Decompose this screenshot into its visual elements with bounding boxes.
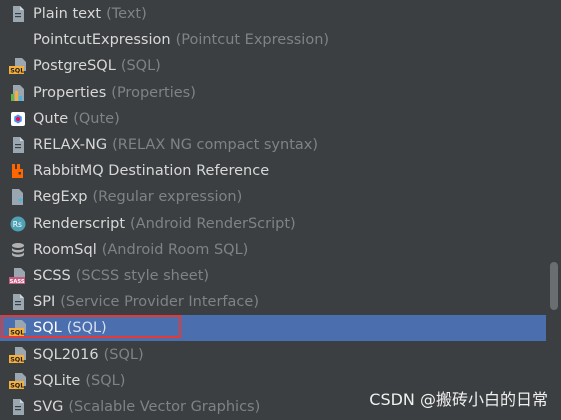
file-text-icon — [9, 293, 27, 311]
item-hint: (Scalable Vector Graphics) — [68, 398, 261, 415]
item-name: SQL — [33, 320, 62, 337]
item-hint: (SQL) — [120, 58, 161, 75]
item-hint: (RELAX NG compact syntax) — [112, 137, 319, 154]
item-name: SPI — [33, 294, 56, 311]
item-hint: (Pointcut Expression) — [175, 32, 330, 49]
sql-file-icon: SQL — [9, 346, 27, 364]
item-hint: (Android RenderScript) — [130, 215, 296, 232]
scrollbar-thumb[interactable] — [550, 262, 558, 310]
item-hint: (SQL) — [66, 320, 107, 337]
item-hint: (Text) — [106, 6, 147, 23]
item-name: PointcutExpression — [33, 32, 171, 49]
list-item[interactable]: SQL SQL (SQL) — [0, 315, 546, 342]
item-hint: (Properties) — [111, 84, 196, 101]
item-name: Qute — [33, 110, 69, 127]
item-name: RELAX-NG — [33, 137, 108, 154]
list-item[interactable]: SPI (Service Provider Interface) — [0, 289, 546, 315]
item-name: Renderscript — [33, 215, 126, 232]
database-icon — [9, 241, 27, 259]
svg-text:SQL: SQL — [10, 329, 24, 337]
sql-file-icon: SQL — [9, 57, 27, 75]
svg-text:SQL: SQL — [10, 381, 24, 389]
language-list: Plain text (Text) PointcutExpression (Point… — [0, 1, 546, 420]
item-hint: (Service Provider Interface) — [60, 294, 259, 311]
properties-file-icon — [9, 84, 27, 102]
list-item[interactable]: Rs Renderscript (Android RenderScript) — [0, 211, 546, 237]
rabbitmq-icon — [9, 162, 27, 180]
item-name: PostgreSQL — [33, 58, 116, 75]
list-item[interactable]: RoomSql (Android Room SQL) — [0, 237, 546, 263]
item-hint: (SQL) — [85, 372, 126, 389]
list-item[interactable]: Plain text (Text) — [0, 1, 546, 27]
list-item[interactable]: Qute (Qute) — [0, 106, 546, 132]
svg-text:Rs: Rs — [13, 220, 22, 229]
item-hint: (SQL) — [103, 346, 144, 363]
sql-file-icon: SQL — [9, 319, 27, 337]
file-text-icon — [9, 5, 27, 23]
file-text-icon — [9, 398, 27, 416]
sql-file-icon: SQL — [9, 372, 27, 390]
item-name: RegExp — [33, 189, 88, 206]
watermark: CSDN @搬砖小白的日常 — [369, 390, 548, 409]
list-item[interactable]: SQL SQL2016 (SQL) — [0, 341, 546, 367]
item-name: RoomSql — [33, 241, 97, 258]
item-hint: (SCSS style sheet) — [75, 267, 210, 284]
icon-placeholder — [9, 31, 27, 49]
item-name: Properties — [33, 84, 107, 101]
list-item[interactable]: PointcutExpression (Pointcut Expression) — [0, 27, 546, 53]
list-item[interactable]: * RegExp (Regular expression) — [0, 184, 546, 210]
item-hint: (Qute) — [73, 110, 120, 127]
list-item[interactable]: SQL PostgreSQL (SQL) — [0, 53, 546, 79]
item-hint: (Regular expression) — [92, 189, 243, 206]
list-item[interactable]: RELAX-NG (RELAX NG compact syntax) — [0, 132, 546, 158]
svg-text:*: * — [18, 197, 24, 206]
item-name: RabbitMQ Destination Reference — [33, 163, 270, 180]
item-name: SQL2016 — [33, 346, 99, 363]
sass-file-icon: SASS — [9, 267, 27, 285]
renderscript-icon: Rs — [9, 215, 27, 233]
item-name: SQLite — [33, 372, 81, 389]
item-hint: (Android Room SQL) — [101, 241, 249, 258]
item-name: SVG — [33, 398, 64, 415]
svg-text:SASS: SASS — [10, 279, 25, 285]
qute-icon — [9, 110, 27, 128]
list-item[interactable]: Properties (Properties) — [0, 80, 546, 106]
item-name: SCSS — [33, 267, 71, 284]
regexp-file-icon: * — [9, 188, 27, 206]
list-item[interactable]: SASS SCSS (SCSS style sheet) — [0, 263, 546, 289]
svg-text:SQL: SQL — [10, 67, 24, 75]
item-name: Plain text — [33, 6, 102, 23]
list-item[interactable]: RabbitMQ Destination Reference — [0, 158, 546, 184]
file-text-icon — [9, 136, 27, 154]
svg-text:SQL: SQL — [10, 355, 24, 363]
